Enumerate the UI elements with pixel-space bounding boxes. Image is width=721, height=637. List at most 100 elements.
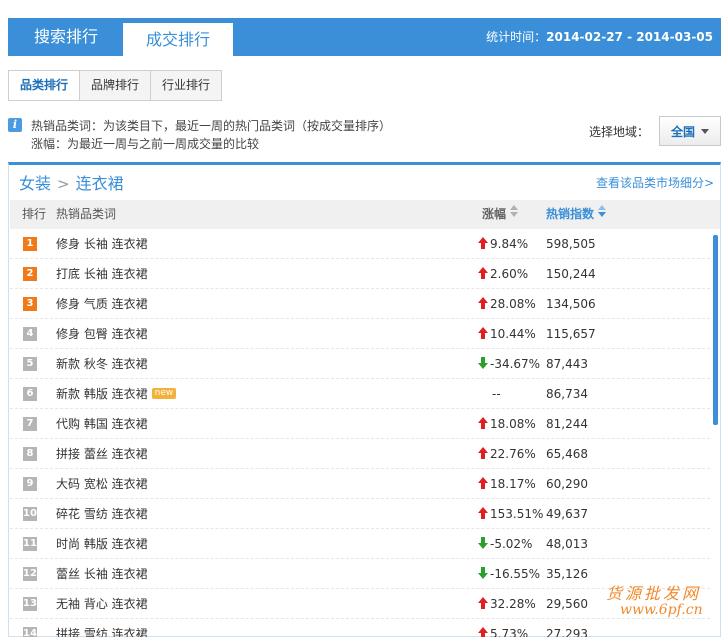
- table-row[interactable]: 4 修身 包臀 连衣裙 10.44% 115,657: [10, 319, 710, 349]
- change-value: 22.76%: [490, 447, 536, 461]
- table-row[interactable]: 9 大码 宽松 连衣裙 18.17% 60,290: [10, 469, 710, 499]
- sub-tabs: 品类排行 品牌排行 行业排行: [8, 70, 223, 101]
- col-header-change[interactable]: 涨幅: [482, 200, 519, 229]
- subtab-industry-ranking[interactable]: 行业排行: [151, 71, 221, 100]
- hot-word-text: 新款 秋冬 连衣裙: [56, 357, 148, 371]
- hot-word-text: 新款 韩版 连衣裙: [56, 387, 148, 401]
- hot-index-value: 65,468: [546, 447, 588, 461]
- table-row[interactable]: 3 修身 气质 连衣裙 28.08% 134,506: [10, 289, 710, 319]
- hot-index-value: 150,244: [546, 267, 596, 281]
- panel-header: 女装 > 连衣裙 查看该品类市场细分>: [9, 165, 720, 200]
- hot-word-text: 代购 韩国 连衣裙: [56, 417, 148, 431]
- change-cell: 18.17%: [478, 469, 536, 499]
- hot-word-text: 修身 包臀 连衣裙: [56, 327, 148, 341]
- hot-word[interactable]: 打底 长袖 连衣裙: [56, 259, 148, 289]
- info-icon: i: [8, 118, 22, 132]
- hot-index-value: 134,506: [546, 297, 596, 311]
- change-value: 2.60%: [490, 267, 529, 281]
- stat-time: 统计时间：2014-02-27 - 2014-03-05: [486, 18, 713, 56]
- table-row[interactable]: 2 打底 长袖 连衣裙 2.60% 150,244: [10, 259, 710, 289]
- change-value: 9.84%: [490, 237, 529, 251]
- subtab-brand-ranking[interactable]: 品牌排行: [80, 71, 152, 100]
- info-line-change: 涨幅：为最近一周与之前一周成交量的比较: [31, 137, 260, 151]
- table-row[interactable]: 5 新款 秋冬 连衣裙 -34.67% 87,443: [10, 349, 710, 379]
- chevron-down-icon: [701, 128, 709, 134]
- ranking-rows: 1 修身 长袖 连衣裙 9.84% 598,505 2 打底 长袖 连衣裙 2.60% 150…: [10, 229, 710, 637]
- region-label: 选择地域：: [588, 124, 649, 139]
- hot-word-text: 蕾丝 长袖 连衣裙: [56, 567, 148, 581]
- table-row[interactable]: 11 时尚 韩版 连衣裙 -5.02% 48,013: [10, 529, 710, 559]
- table-row[interactable]: 1 修身 长袖 连衣裙 9.84% 598,505: [10, 229, 710, 259]
- change-cell: 22.76%: [478, 439, 536, 469]
- hot-word[interactable]: 无袖 背心 连衣裙: [56, 589, 148, 619]
- change-cell: 10.44%: [478, 319, 536, 349]
- hot-index-value: 115,657: [546, 327, 596, 341]
- table-row[interactable]: 14 拼接 雪纺 连衣裙 5.73% 27,293: [10, 619, 710, 637]
- arrow-up-icon: [478, 237, 488, 249]
- change-cell: 28.08%: [478, 289, 536, 319]
- change-cell: 5.73%: [478, 619, 528, 637]
- hot-word[interactable]: 修身 长袖 连衣裙: [56, 229, 148, 259]
- market-segment-link[interactable]: 查看该品类市场细分>: [596, 174, 714, 191]
- region-picker: 选择地域： 全国: [589, 116, 721, 146]
- table-row[interactable]: 10 碎花 雪纺 连衣裙 153.51% 49,637: [10, 499, 710, 529]
- breadcrumb-parent[interactable]: 女装: [19, 174, 51, 193]
- change-cell: --: [478, 379, 501, 409]
- arrow-up-icon: [478, 507, 488, 519]
- subtab-category-ranking[interactable]: 品类排行: [9, 71, 81, 100]
- table-row[interactable]: 7 代购 韩国 连衣裙 18.08% 81,244: [10, 409, 710, 439]
- hot-word[interactable]: 拼接 蕾丝 连衣裙: [56, 439, 148, 469]
- rank-badge: 11: [23, 537, 37, 551]
- arrow-down-icon: [478, 537, 488, 549]
- hot-index-value: 35,126: [546, 567, 588, 581]
- stat-time-range: 2014-02-27 - 2014-03-05: [546, 30, 713, 44]
- rank-badge: 9: [23, 477, 37, 491]
- arrow-up-icon: [478, 417, 488, 429]
- arrow-up-icon: [478, 297, 488, 309]
- hot-index-value: 86,734: [546, 387, 588, 401]
- region-selected-value: 全国: [670, 124, 695, 139]
- watermark-title: 货源批发网: [606, 584, 702, 603]
- hot-index-value: 81,244: [546, 417, 588, 431]
- arrow-down-icon: [478, 357, 488, 369]
- hot-word[interactable]: 拼接 雪纺 连衣裙: [56, 619, 148, 637]
- rank-badge: 8: [23, 447, 37, 461]
- top-tab-bar: 搜索排行 成交排行 统计时间：2014-02-27 - 2014-03-05: [8, 18, 721, 56]
- hot-index-value: 598,505: [546, 237, 596, 251]
- col-header-rank: 排行: [22, 207, 47, 221]
- change-value: --: [492, 387, 501, 401]
- hot-word[interactable]: 修身 气质 连衣裙: [56, 289, 148, 319]
- tab-search-ranking[interactable]: 搜索排行: [16, 18, 116, 56]
- new-badge: new: [151, 388, 177, 399]
- table-row[interactable]: 6 新款 韩版 连衣裙 new -- 86,734: [10, 379, 710, 409]
- hot-word[interactable]: 大码 宽松 连衣裙: [56, 469, 148, 499]
- hot-word[interactable]: 修身 包臀 连衣裙: [56, 319, 148, 349]
- info-line-hot-words: 热销品类词：为该类目下，最近一周的热门品类词（按成交量排序）: [31, 119, 392, 133]
- tab-deal-ranking[interactable]: 成交排行: [123, 23, 233, 56]
- change-cell: 18.08%: [478, 409, 536, 439]
- breadcrumb-separator: >: [57, 175, 70, 193]
- table-row[interactable]: 13 无袖 背心 连衣裙 32.28% 29,560: [10, 589, 710, 619]
- hot-word[interactable]: 新款 秋冬 连衣裙: [56, 349, 148, 379]
- rank-badge: 1: [23, 237, 37, 251]
- hot-word[interactable]: 新款 韩版 连衣裙 new: [56, 379, 177, 409]
- hot-word-text: 碎花 雪纺 连衣裙: [56, 507, 148, 521]
- rank-badge: 2: [23, 267, 37, 281]
- scrollbar[interactable]: [713, 235, 718, 425]
- table-row[interactable]: 12 蕾丝 长袖 连衣裙 -16.55% 35,126: [10, 559, 710, 589]
- breadcrumb-current: 连衣裙: [75, 174, 124, 193]
- change-cell: 2.60%: [478, 259, 528, 289]
- breadcrumb: 女装 > 连衣裙: [19, 170, 124, 194]
- table-row[interactable]: 8 拼接 蕾丝 连衣裙 22.76% 65,468: [10, 439, 710, 469]
- col-header-index[interactable]: 热销指数: [546, 200, 607, 229]
- hot-word-text: 修身 气质 连衣裙: [56, 297, 148, 311]
- change-value: 32.28%: [490, 597, 536, 611]
- sort-icon: [598, 205, 607, 217]
- hot-word[interactable]: 蕾丝 长袖 连衣裙: [56, 559, 148, 589]
- hot-word[interactable]: 碎花 雪纺 连衣裙: [56, 499, 148, 529]
- region-select[interactable]: 全国: [659, 116, 721, 146]
- rank-badge: 6: [23, 387, 37, 401]
- hot-word-text: 无袖 背心 连衣裙: [56, 597, 148, 611]
- hot-word[interactable]: 代购 韩国 连衣裙: [56, 409, 148, 439]
- hot-word[interactable]: 时尚 韩版 连衣裙: [56, 529, 148, 559]
